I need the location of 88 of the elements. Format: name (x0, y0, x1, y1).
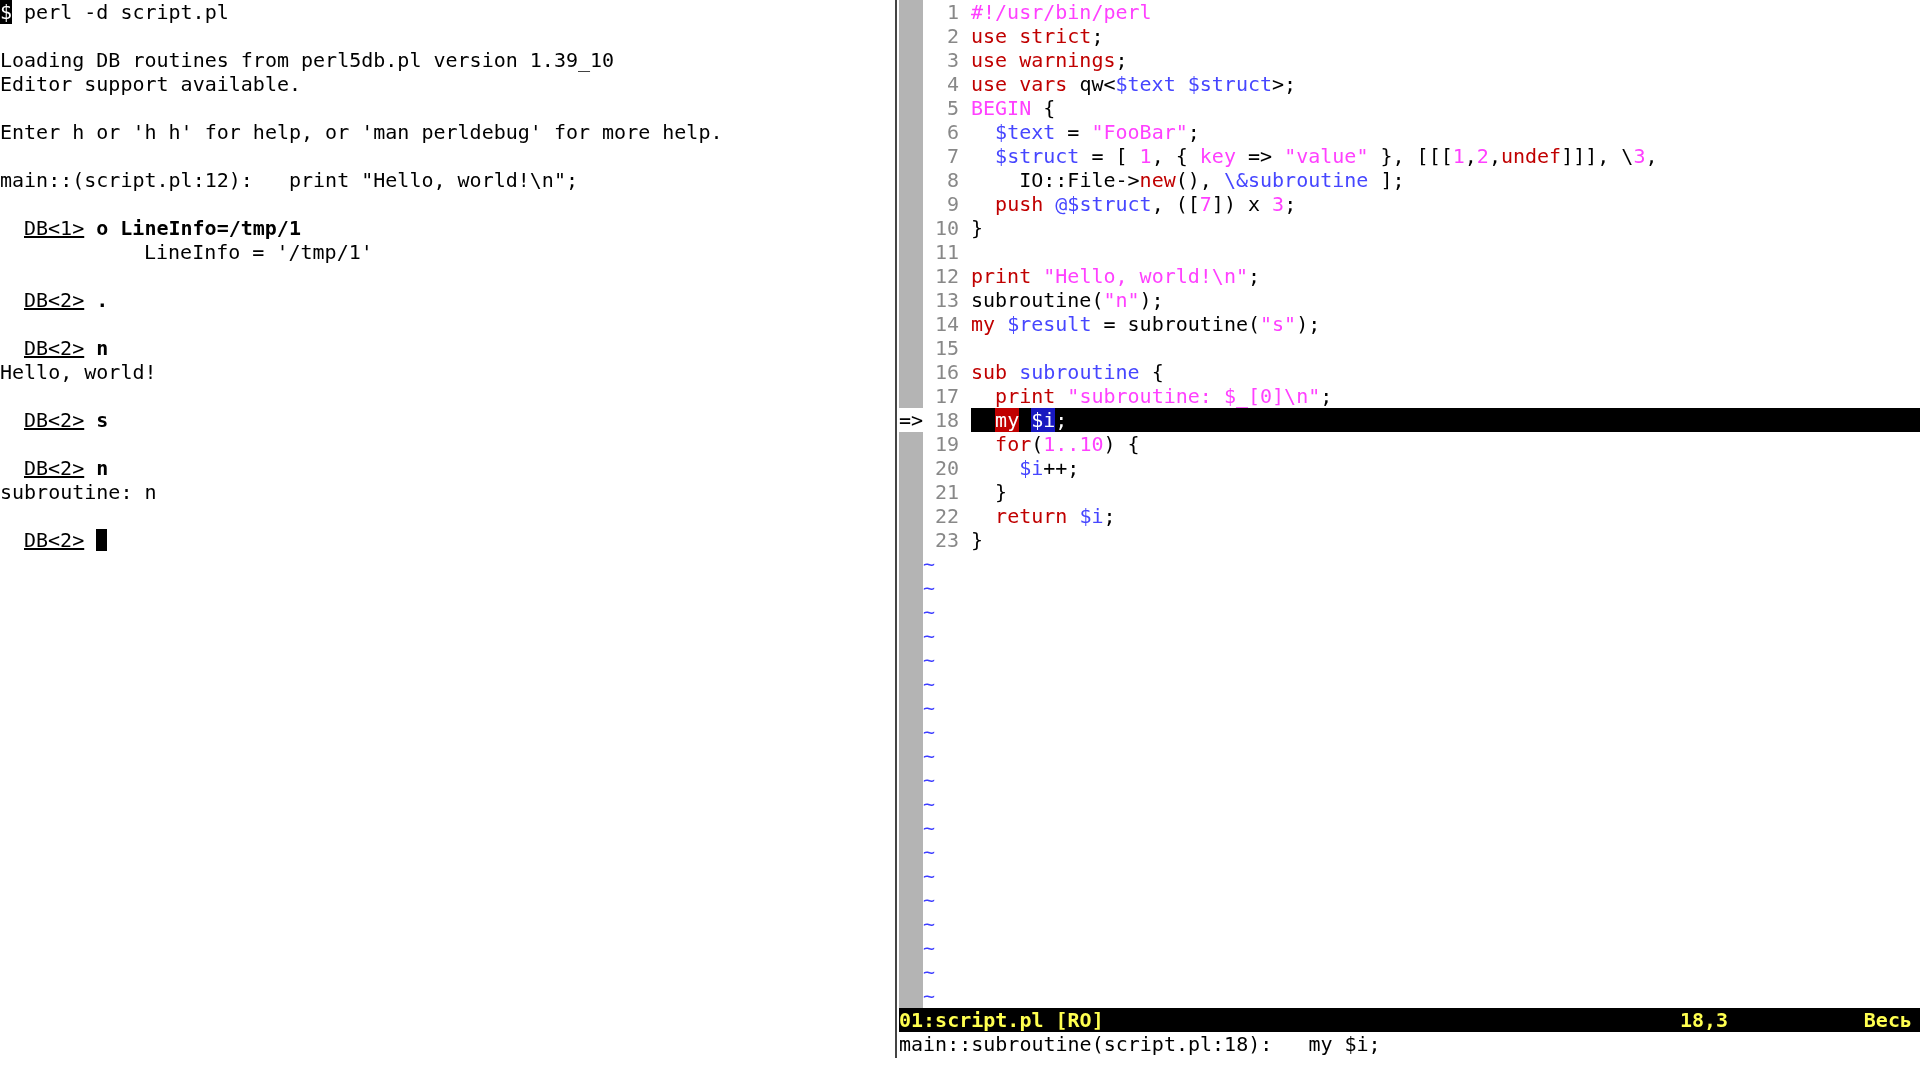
terminal-output: Enter h or 'h h' for help, or 'man perldebug' for more help. (0, 120, 723, 144)
code-line: for(1..10) { (994, 432, 1140, 456)
empty-line-marker: ~ (923, 912, 936, 936)
debugger-command: . (96, 288, 109, 312)
line-number: 19 (934, 432, 959, 456)
empty-line-marker: ~ (923, 672, 936, 696)
code-line: return $i; (994, 504, 1116, 528)
code-line: subroutine("n"); (971, 288, 1164, 312)
code-line: use strict; (971, 24, 1104, 48)
line-number: 6 (946, 120, 959, 144)
line-number: 13 (934, 288, 959, 312)
current-code-line: my $i; (994, 408, 1068, 432)
line-number: 16 (934, 360, 959, 384)
empty-line-marker: ~ (923, 864, 936, 888)
code-line: } (994, 480, 1008, 504)
debugger-command: n (96, 336, 109, 360)
line-number: 1 (946, 0, 959, 24)
line-number: 21 (934, 480, 959, 504)
code-line: } (971, 528, 984, 552)
line-number: 7 (946, 144, 959, 168)
status-filename: 01:script.pl [RO] (899, 1008, 1105, 1032)
line-number: 20 (934, 456, 959, 480)
empty-line-marker: ~ (923, 600, 936, 624)
empty-line-marker: ~ (923, 624, 936, 648)
debugger-prompt: DB<2> (24, 528, 85, 552)
debugger-command: n (96, 456, 109, 480)
code-line: #!/usr/bin/perl (971, 0, 1152, 24)
debugger-prompt: DB<2> (24, 408, 85, 432)
terminal-output: main::(script.pl:12): print "Hello, world!\n"; (0, 168, 578, 192)
terminal-output: subroutine: n (0, 480, 157, 504)
line-number: 9 (946, 192, 959, 216)
empty-line-marker: ~ (923, 768, 936, 792)
debugger-command: o LineInfo=/tmp/1 (96, 216, 301, 240)
code-line: } (971, 216, 984, 240)
empty-line-marker: ~ (923, 744, 936, 768)
debugger-prompt: DB<2> (24, 288, 85, 312)
code-line: print "Hello, world!\n"; (971, 264, 1260, 288)
code-line: print "subroutine: $_[0]\n"; (994, 384, 1333, 408)
terminal-output: Loading DB routines from perl5db.pl version 1.39_10 (0, 48, 615, 72)
terminal-output: Editor support available. (0, 72, 302, 96)
empty-line-marker: ~ (923, 888, 936, 912)
line-number: 4 (946, 72, 959, 96)
empty-line-marker: ~ (923, 576, 936, 600)
line-number: 12 (934, 264, 959, 288)
status-message: main::subroutine(script.pl:18): my $i; (899, 1032, 1381, 1056)
scroll-position: Весь (1863, 1008, 1913, 1032)
code-line: $i++; (1018, 456, 1080, 480)
code-line: $struct = [ 1, { key => "value" }, [[[1,2,undef]]], \3, (994, 144, 1658, 168)
empty-line-marker: ~ (923, 984, 936, 1008)
line-number: 5 (946, 96, 959, 120)
empty-line-marker: ~ (923, 960, 936, 984)
line-number: 10 (934, 216, 959, 240)
empty-line-marker: ~ (923, 720, 936, 744)
code-line: use vars qw<$text $struct>; (971, 72, 1297, 96)
empty-line-marker: ~ (923, 792, 936, 816)
code-line: BEGIN { (971, 96, 1056, 120)
line-number: 8 (946, 168, 959, 192)
line-number: 17 (934, 384, 959, 408)
debugger-prompt: DB<2> (24, 336, 85, 360)
shell-command: perl -d script.pl (24, 0, 229, 24)
code-line: IO::File->new(), \&subroutine ]; (1018, 168, 1405, 192)
empty-line-marker: ~ (923, 840, 936, 864)
line-number: 15 (934, 336, 959, 360)
empty-line-marker: ~ (923, 936, 936, 960)
line-number: 22 (934, 504, 959, 528)
shell-prompt: $ (0, 0, 13, 24)
debugger-prompt: DB<1> (24, 216, 85, 240)
empty-line-marker: ~ (923, 816, 936, 840)
line-number: 23 (934, 528, 959, 552)
terminal-output: Hello, world! (0, 360, 157, 384)
code-line: my $result = subroutine("s"); (971, 312, 1321, 336)
line-number: 2 (946, 24, 959, 48)
terminal-output: LineInfo = '/tmp/1' (144, 240, 373, 264)
line-number: 11 (934, 240, 959, 264)
cursor-position: 18,3 (1680, 1008, 1729, 1032)
line-number: 18 (934, 408, 959, 432)
empty-line-marker: ~ (923, 696, 936, 720)
code-line: push @$struct, ([7]) x 3; (994, 192, 1297, 216)
debugger-command: s (96, 408, 109, 432)
empty-line-marker: ~ (923, 552, 936, 576)
line-number: 14 (934, 312, 959, 336)
code-line: sub subroutine { (971, 360, 1164, 384)
line-number: 3 (946, 48, 959, 72)
execution-arrow: => (899, 408, 924, 432)
debugger-prompt: DB<2> (24, 456, 85, 480)
code-line: use warnings; (971, 48, 1128, 72)
code-line: $text = "FooBar"; (994, 120, 1200, 144)
empty-line-marker: ~ (923, 648, 936, 672)
